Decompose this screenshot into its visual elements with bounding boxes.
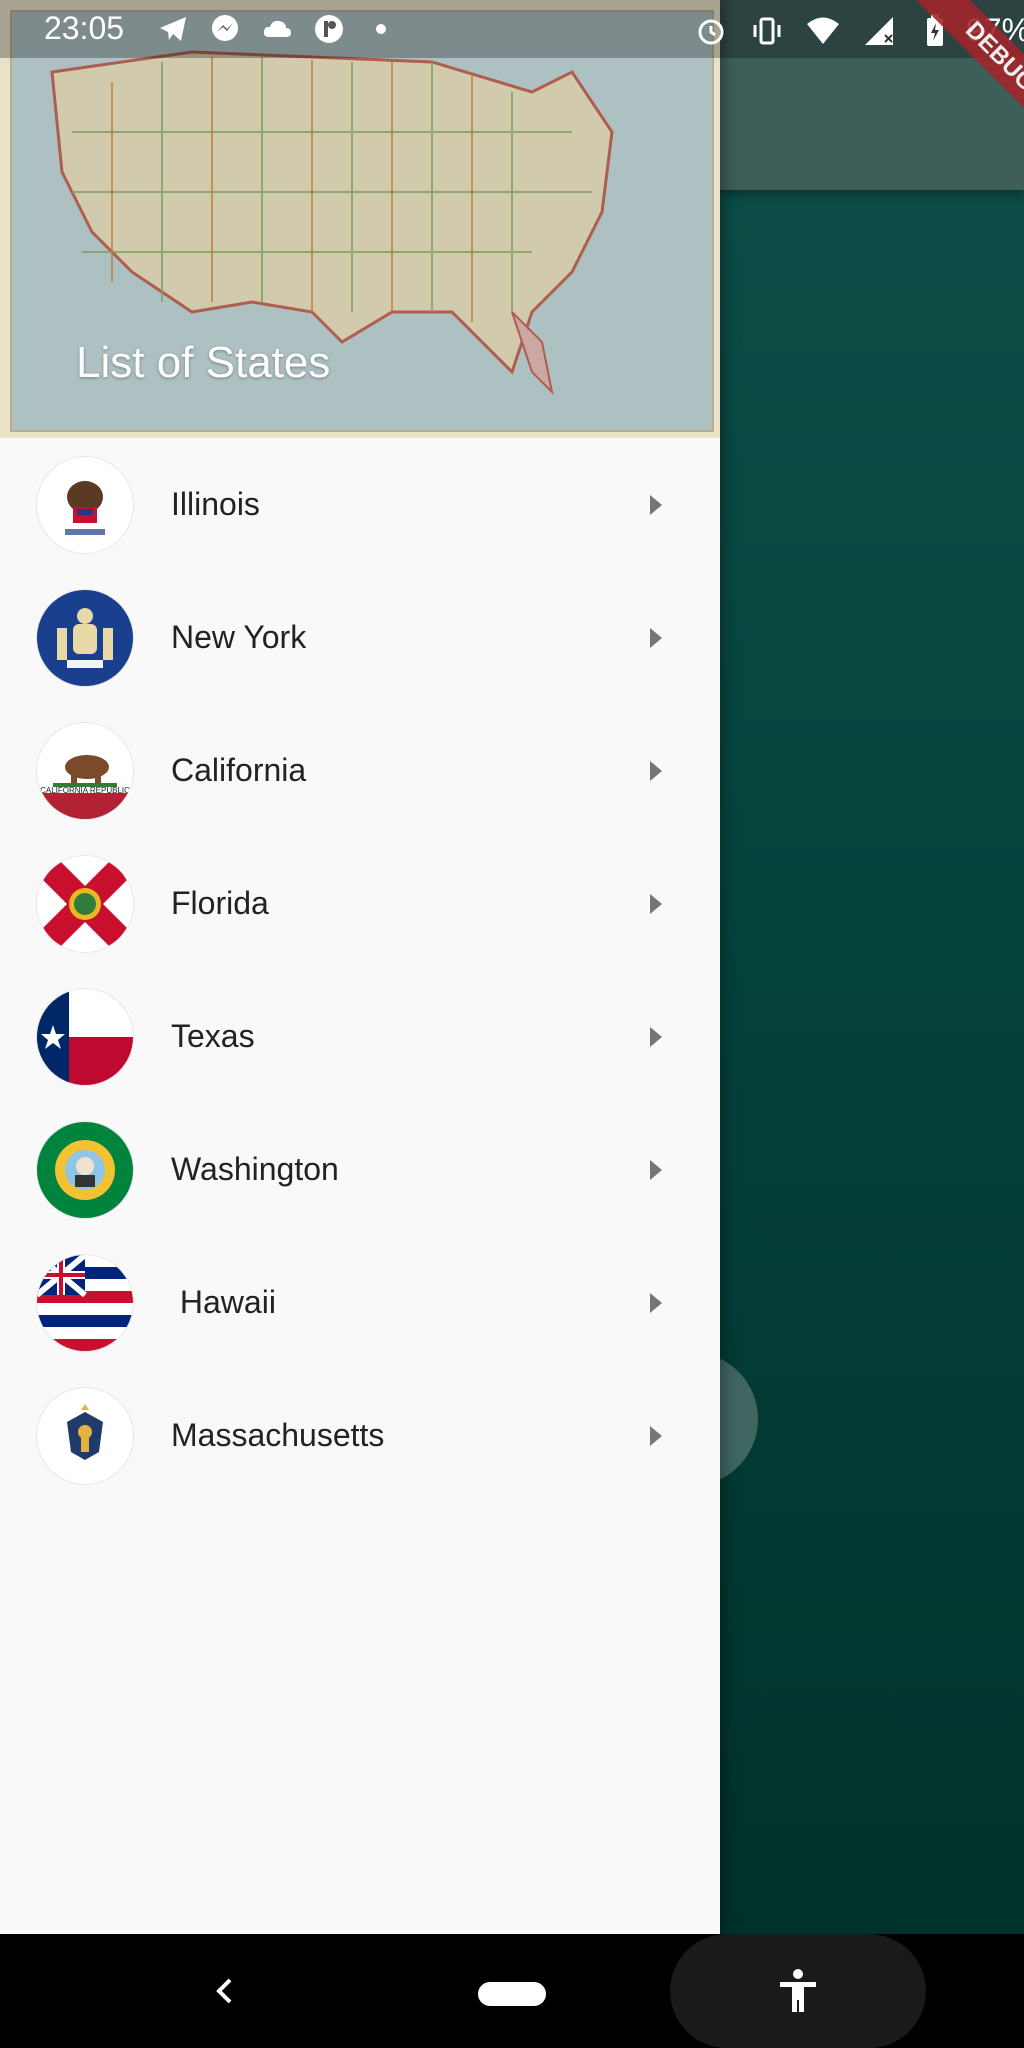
chevron-right-icon [650, 1292, 662, 1313]
illinois-flag-icon [37, 456, 133, 553]
status-bar: 23:05 97% [0, 0, 1024, 58]
status-time: 23:05 [44, 10, 125, 46]
list-item-label: Hawaii [171, 1284, 276, 1320]
list-item-hawaii[interactable]: Hawaii [0, 1236, 720, 1369]
notification-icons [156, 12, 398, 46]
list-item-texas[interactable]: Texas [0, 970, 720, 1103]
list-item-label: Illinois [171, 486, 260, 522]
list-item-label: California [171, 752, 307, 788]
washington-flag-icon [37, 1121, 133, 1218]
list-item-washington[interactable]: Washington [0, 1103, 720, 1236]
chevron-right-icon [650, 893, 662, 914]
back-icon[interactable] [208, 1974, 242, 2008]
drawer-header: List of States [0, 0, 720, 438]
messenger-icon [208, 12, 242, 46]
drawer-title: List of States [76, 338, 331, 387]
hawaii-flag-icon [37, 1254, 133, 1351]
wifi-icon [806, 14, 840, 48]
list-item-label: Massachusetts [171, 1417, 385, 1453]
list-item-massachusetts[interactable]: Massachusetts [0, 1369, 720, 1502]
chevron-right-icon [650, 1026, 662, 1047]
chevron-right-icon [650, 494, 662, 515]
florida-flag-icon [37, 855, 133, 952]
accessibility-icon [780, 1969, 816, 2012]
california-flag-icon: CALIFORNIA REPUBLIC [37, 722, 133, 819]
list-item-new-york[interactable]: New York [0, 571, 720, 704]
texas-flag-icon [37, 988, 133, 1085]
list-item-label: Texas [171, 1018, 255, 1054]
list-item-label: Washington [171, 1151, 339, 1187]
list-item-label: Florida [171, 885, 269, 921]
chevron-right-icon [650, 760, 662, 781]
accessibility-button[interactable] [670, 1934, 926, 2048]
navigation-drawer: List of States Illinois New York CALIFOR… [0, 0, 720, 1934]
list-item-label: New York [171, 619, 307, 655]
app-icon [312, 12, 346, 46]
dot-icon [364, 12, 398, 46]
massachusetts-flag-icon [37, 1387, 133, 1484]
alarm-icon [694, 14, 728, 48]
chevron-right-icon [650, 627, 662, 648]
chevron-right-icon [650, 1425, 662, 1446]
list-item-florida[interactable]: Florida [0, 837, 720, 970]
chevron-right-icon [650, 1159, 662, 1180]
svg-text:CALIFORNIA REPUBLIC: CALIFORNIA REPUBLIC [40, 786, 130, 795]
signal-icon [862, 14, 896, 48]
new-york-flag-icon [37, 589, 133, 686]
list-item-illinois[interactable]: Illinois [0, 438, 720, 571]
home-pill[interactable] [478, 1982, 546, 2006]
telegram-icon [156, 12, 190, 46]
vibrate-icon [750, 14, 784, 48]
list-item-california[interactable]: CALIFORNIA REPUBLIC California [0, 704, 720, 837]
cloud-icon [260, 12, 294, 46]
state-list: Illinois New York CALIFORNIA REPUBLIC Ca… [0, 438, 720, 1502]
